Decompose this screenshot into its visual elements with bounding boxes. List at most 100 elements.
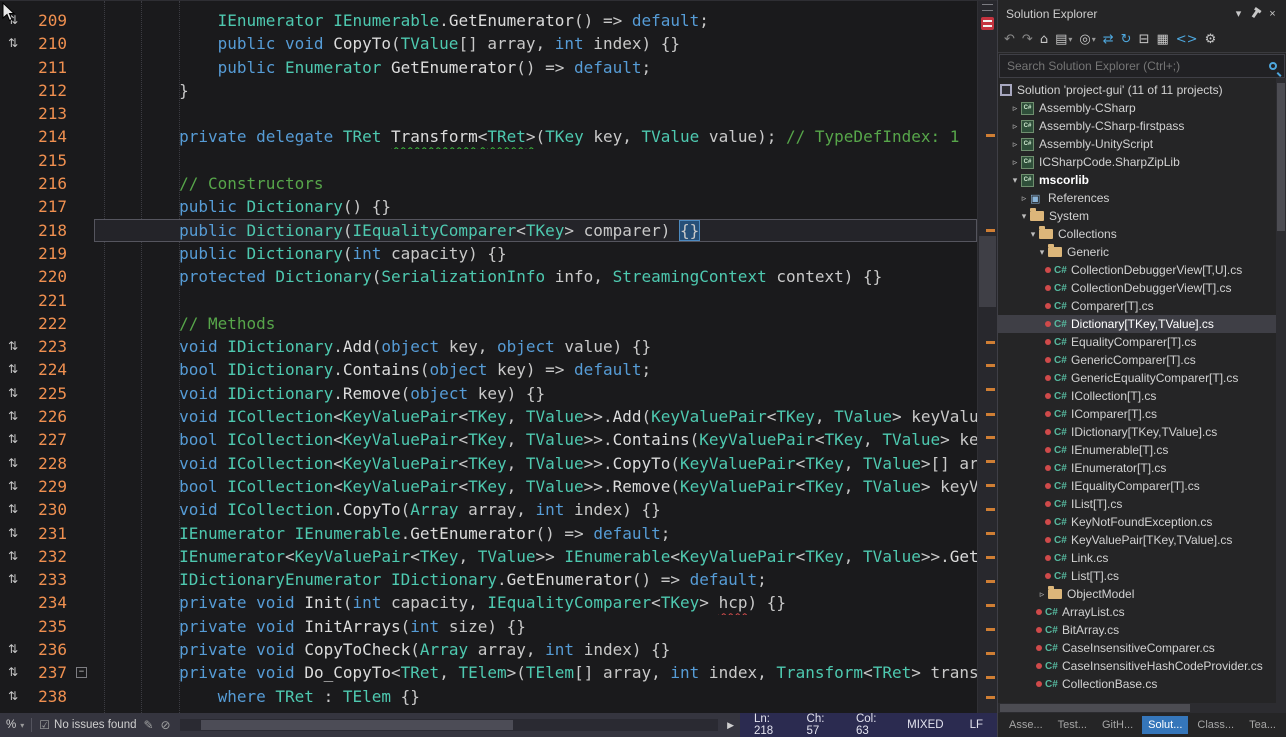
updown-arrows-icon[interactable]: ⇅	[8, 339, 18, 353]
code-line[interactable]: 212 }	[0, 79, 977, 102]
panel-tab[interactable]: Solut...	[1142, 716, 1188, 734]
tree-item[interactable]: ▹C#Assembly-UnityScript	[998, 135, 1286, 153]
glyph-margin[interactable]	[0, 708, 26, 713]
glyph-margin[interactable]	[0, 219, 26, 242]
scrollbar-split-grip[interactable]	[982, 4, 993, 11]
code-line[interactable]: ⇅232 IEnumerator<KeyValuePair<TKey, TVal…	[0, 545, 977, 568]
updown-arrows-icon[interactable]: ⇅	[8, 572, 18, 586]
code-line[interactable]: 239 private static KeyValuePair<TKey, TV…	[0, 708, 977, 713]
code-text[interactable]: IEnumerator<KeyValuePair<TKey, TValue>> …	[94, 545, 977, 568]
glyph-margin[interactable]: ⇅	[0, 545, 26, 568]
expand-arrow-icon[interactable]: ▹	[1009, 103, 1021, 114]
code-text[interactable]: private delegate TRet Transform<TRet>(TK…	[94, 125, 977, 148]
code-lines[interactable]: ⇅209 IEnumerator IEnumerable.GetEnumerat…	[0, 1, 977, 713]
code-text[interactable]	[94, 149, 977, 172]
tree-item[interactable]: C#IEqualityComparer[T].cs	[998, 477, 1286, 495]
glyph-margin[interactable]: ⇅	[0, 358, 26, 381]
updown-arrows-icon[interactable]: ⇅	[8, 665, 18, 679]
tree-item[interactable]: ▹C#Assembly-CSharp-firstpass	[998, 117, 1286, 135]
tree-item[interactable]: ▹C#Assembly-CSharp	[998, 99, 1286, 117]
tree-item[interactable]: C#BitArray.cs	[998, 621, 1286, 639]
tree-item[interactable]: C#List[T].cs	[998, 567, 1286, 585]
code-text[interactable]	[94, 102, 977, 125]
updown-arrows-icon[interactable]: ⇅	[8, 689, 18, 703]
glyph-margin[interactable]: ⇅	[0, 9, 26, 32]
expand-arrow-icon[interactable]: ▹	[1018, 193, 1030, 204]
expand-arrow-icon[interactable]: ▹	[1009, 121, 1021, 132]
switch-views-button[interactable]: ▤▾	[1052, 30, 1075, 50]
tree-scrollbar-thumb[interactable]	[1277, 83, 1285, 231]
updown-arrows-icon[interactable]: ⇅	[8, 642, 18, 656]
code-line[interactable]: 234 private void Init(int capacity, IEqu…	[0, 591, 977, 614]
tree-item[interactable]: C#KeyValuePair[TKey,TValue].cs	[998, 531, 1286, 549]
code-text[interactable]: void IDictionary.Add(object key, object …	[94, 335, 977, 358]
code-line[interactable]: ⇅228 void ICollection<KeyValuePair<TKey,…	[0, 452, 977, 475]
scrollbar-thumb[interactable]	[979, 236, 996, 307]
encoding-indicator[interactable]: MIXED	[907, 719, 943, 731]
code-area[interactable]: ⇅209 IEnumerator IEnumerable.GetEnumerat…	[0, 1, 977, 713]
glyph-margin[interactable]	[0, 265, 26, 288]
tree-item[interactable]: C#CollectionBase.cs	[998, 675, 1286, 693]
code-line[interactable]: 219 public Dictionary(int capacity) {}	[0, 242, 977, 265]
code-text[interactable]: private static KeyValuePair<TKey, TValue…	[94, 708, 977, 713]
code-text[interactable]: void ICollection<KeyValuePair<TKey, TVal…	[94, 452, 977, 475]
updown-arrows-icon[interactable]: ⇅	[8, 549, 18, 563]
search-box[interactable]	[999, 54, 1285, 78]
glyph-margin[interactable]: ⇅	[0, 452, 26, 475]
code-line[interactable]: 216 // Constructors	[0, 172, 977, 195]
code-text[interactable]: void IDictionary.Remove(object key) {}	[94, 382, 977, 405]
refresh-button[interactable]: ↻	[1118, 30, 1135, 50]
code-line[interactable]: ⇅227 bool ICollection<KeyValuePair<TKey,…	[0, 428, 977, 451]
code-text[interactable]: IDictionaryEnumerator IDictionary.GetEnu…	[94, 568, 977, 591]
show-all-files-button[interactable]: ▦	[1153, 30, 1171, 50]
code-text[interactable]: public Dictionary() {}	[94, 195, 977, 218]
pin-button[interactable]	[1247, 6, 1264, 22]
code-line[interactable]: 221	[0, 289, 977, 312]
code-line[interactable]: 211 public Enumerator GetEnumerator() =>…	[0, 56, 977, 79]
vertical-scrollbar[interactable]	[977, 1, 997, 713]
code-text[interactable]: protected Dictionary(SerializationInfo i…	[94, 265, 977, 288]
code-line[interactable]: 218 public Dictionary(IEqualityComparer<…	[0, 219, 977, 242]
code-text[interactable]: private void CopyToCheck(Array array, in…	[94, 638, 977, 661]
tree-item[interactable]: ▹C#ICSharpCode.SharpZipLib	[998, 153, 1286, 171]
code-line[interactable]: ⇅230 void ICollection.CopyTo(Array array…	[0, 498, 977, 521]
home-button[interactable]: ⌂	[1037, 30, 1051, 50]
code-text[interactable]: IEnumerator IEnumerable.GetEnumerator() …	[94, 9, 977, 32]
tree-item[interactable]: C#ICollection[T].cs	[998, 387, 1286, 405]
glyph-margin[interactable]	[0, 615, 26, 638]
glyph-margin[interactable]	[0, 289, 26, 312]
tree-item[interactable]: C#IDictionary[TKey,TValue].cs	[998, 423, 1286, 441]
glyph-margin[interactable]	[0, 79, 26, 102]
glyph-margin[interactable]: ⇅	[0, 568, 26, 591]
code-line[interactable]: ⇅238 where TRet : TElem {}	[0, 685, 977, 708]
tree-item[interactable]: C#GenericEqualityComparer[T].cs	[998, 369, 1286, 387]
glyph-margin[interactable]: ⇅	[0, 32, 26, 55]
char-indicator[interactable]: Ch: 57	[807, 713, 830, 737]
code-text[interactable]: where TRet : TElem {}	[94, 685, 977, 708]
tree-item[interactable]: C#CaseInsensitiveHashCodeProvider.cs	[998, 657, 1286, 675]
tree-vertical-scrollbar[interactable]	[1276, 78, 1286, 703]
tree-item[interactable]: C#Link.cs	[998, 549, 1286, 567]
tree-horizontal-scrollbar[interactable]	[998, 703, 1286, 713]
panel-tab[interactable]: Test...	[1052, 716, 1093, 734]
code-text[interactable]: bool ICollection<KeyValuePair<TKey, TVal…	[94, 428, 977, 451]
tree-item[interactable]: C#IComparer[T].cs	[998, 405, 1286, 423]
close-button[interactable]: ×	[1264, 6, 1281, 22]
updown-arrows-icon[interactable]: ⇅	[8, 479, 18, 493]
expand-arrow-icon[interactable]: ▾	[1009, 175, 1021, 186]
tree-item[interactable]: C#Comparer[T].cs	[998, 297, 1286, 315]
code-line[interactable]: ⇅224 bool IDictionary.Contains(object ke…	[0, 358, 977, 381]
glyph-margin[interactable]: ⇅	[0, 498, 26, 521]
code-line[interactable]: 235 private void InitArrays(int size) {}	[0, 615, 977, 638]
forward-button[interactable]: ↷	[1019, 30, 1036, 50]
code-line[interactable]: 217 public Dictionary() {}	[0, 195, 977, 218]
glyph-margin[interactable]	[0, 125, 26, 148]
tree-item[interactable]: C#CollectionDebuggerView[T].cs	[998, 279, 1286, 297]
glyph-margin[interactable]	[0, 149, 26, 172]
tree-item[interactable]: C#IEnumerator[T].cs	[998, 459, 1286, 477]
tree-item[interactable]: C#IEnumerable[T].cs	[998, 441, 1286, 459]
glyph-margin[interactable]: ⇅	[0, 405, 26, 428]
updown-arrows-icon[interactable]: ⇅	[8, 36, 18, 50]
panel-tab[interactable]: Class...	[1191, 716, 1240, 734]
horizontal-scrollbar[interactable]	[180, 719, 718, 731]
